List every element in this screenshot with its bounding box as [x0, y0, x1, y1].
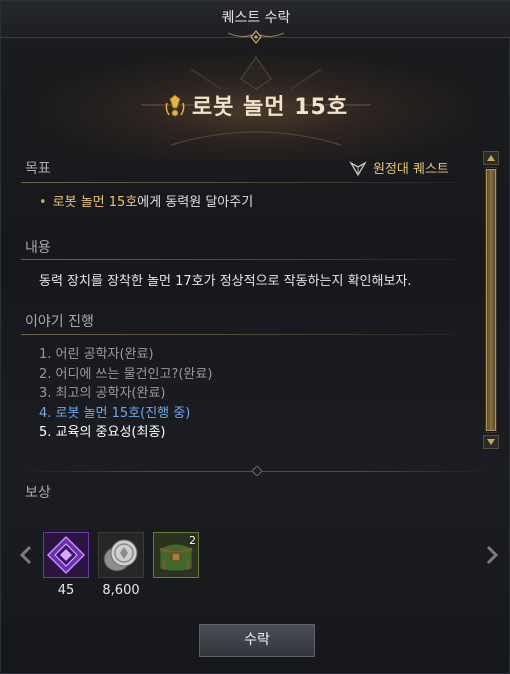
expedition-icon	[349, 161, 367, 177]
silver-coin-icon	[99, 533, 143, 577]
content-text: 동력 장치를 장착한 놀먼 17호가 정상적으로 작동하는지 확인해보자.	[39, 274, 412, 289]
scroll-down-button[interactable]	[483, 435, 499, 449]
objective-label: 목표	[25, 161, 51, 177]
story-label: 이야기 진행	[25, 314, 94, 330]
scroll-up-button[interactable]	[483, 151, 499, 165]
reward-item-crystal[interactable]	[43, 532, 89, 578]
story-steps: 1. 어린 공학자(완료) 2. 어디에 쓰는 물건인고?(완료) 3. 최고의…	[39, 345, 212, 443]
accept-button[interactable]: 수락	[199, 624, 315, 657]
story-divider	[21, 334, 461, 335]
reward-next-arrow-icon[interactable]	[483, 544, 501, 566]
content-label: 내용	[25, 240, 51, 256]
story-step-current: 4. 로봇 놀먼 15호(진행 중)	[39, 405, 191, 421]
expedition-badge-text: 원정대 퀘스트	[373, 162, 449, 177]
quest-exclamation-icon	[165, 94, 185, 117]
reward-item-silver[interactable]	[98, 532, 144, 578]
objective-divider	[21, 182, 461, 183]
reward-item-bag[interactable]: 2	[153, 532, 199, 578]
objective-item: • 로봇 놀먼 15호에게 동력원 달아주기	[39, 191, 253, 210]
window-title: 퀘스트 수락	[221, 10, 291, 26]
scrollbar[interactable]	[483, 151, 499, 449]
title-ornament-icon	[227, 30, 285, 44]
arrow-up-icon	[487, 155, 495, 161]
quest-title-text: 로봇 놀먼 15호	[191, 95, 349, 120]
objective-target: 로봇 놀먼 15호	[52, 195, 138, 210]
reward-count: 8,600	[102, 583, 140, 598]
divider-diamond-icon	[252, 466, 262, 476]
story-step: 2. 어디에 쓰는 물건인고?(완료)	[39, 366, 213, 382]
story-step: 3. 최고의 공학자(완료)	[39, 386, 166, 401]
quest-accept-window: 퀘스트 수락 로봇 놀먼 15호 목표 원정대 퀘스트 • 로봇 놀먼 15호에…	[0, 0, 510, 674]
content-divider	[21, 259, 461, 260]
objective-text: 에게 동력원 달아주기	[137, 195, 254, 210]
reward-prev-arrow-icon[interactable]	[17, 544, 35, 566]
reward-count: 45	[57, 583, 75, 598]
arrow-down-icon	[487, 439, 495, 445]
story-step: 1. 어린 공학자(완료)	[39, 347, 154, 362]
reward-label: 보상	[25, 485, 51, 501]
reward-badge: 2	[189, 534, 196, 547]
expedition-quest-badge: 원정대 퀘스트	[349, 158, 449, 177]
scrollbar-thumb[interactable]	[486, 169, 496, 431]
bullet-icon: •	[39, 195, 47, 210]
quest-title: 로봇 놀먼 15호	[1, 89, 510, 121]
story-step-final: 5. 교육의 중요성(최종)	[39, 425, 166, 440]
purple-crystal-icon	[44, 533, 88, 577]
